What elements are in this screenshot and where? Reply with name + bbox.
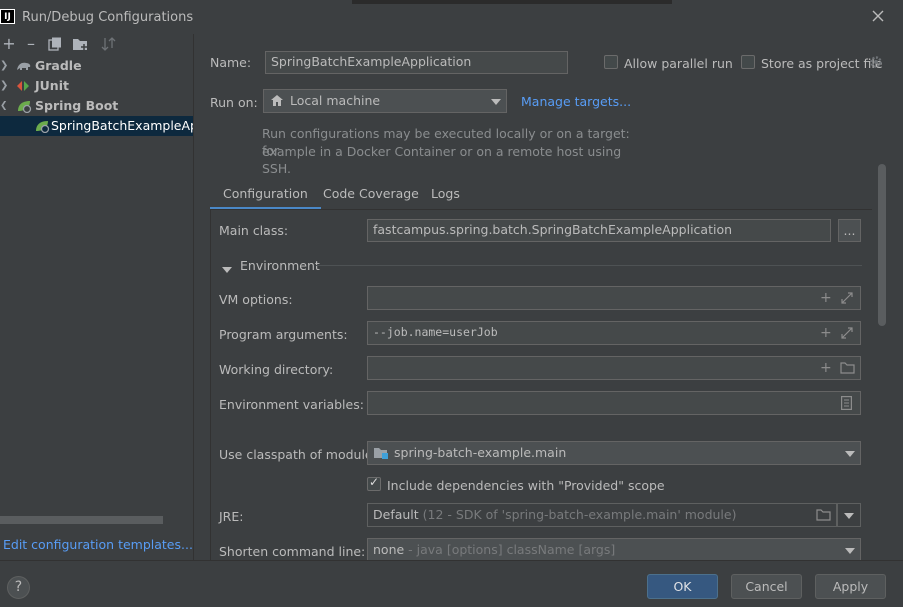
tab-logs[interactable]: Logs xyxy=(431,186,460,210)
vertical-scrollbar[interactable] xyxy=(878,164,886,326)
store-as-project-file-label: Store as project file xyxy=(761,56,883,71)
plus-icon[interactable]: + xyxy=(820,326,832,340)
tree-item-label: SpringBatchExampleApplic xyxy=(51,118,193,133)
jre-hint: (12 - SDK of 'spring-batch-example.main'… xyxy=(422,507,737,522)
program-arguments-input[interactable]: --job.name=userJob xyxy=(367,321,861,345)
add-icon[interactable]: + xyxy=(0,36,18,54)
working-directory-input[interactable] xyxy=(367,356,861,380)
program-arguments-label: Program arguments: xyxy=(219,327,348,342)
plus-icon[interactable]: + xyxy=(820,291,832,305)
chevron-down-icon[interactable] xyxy=(845,451,855,457)
shorten-command-line-dropdown[interactable]: none - java [options] className [args] xyxy=(367,538,861,562)
tree-item-spring-batch-example-application[interactable]: SpringBatchExampleApplic xyxy=(0,116,193,136)
module-folder-icon xyxy=(373,446,389,460)
jre-label: JRE: xyxy=(219,509,244,524)
gear-icon[interactable] xyxy=(869,55,883,69)
apply-button[interactable]: Apply xyxy=(815,574,886,599)
main-class-label: Main class: xyxy=(219,223,289,238)
classpath-module-value: spring-batch-example.main xyxy=(394,445,567,460)
vm-options-label: VM options: xyxy=(219,292,293,307)
panel-divider[interactable] xyxy=(193,34,194,560)
browse-main-class-button[interactable]: ... xyxy=(838,219,861,242)
edit-configuration-templates-link[interactable]: Edit configuration templates... xyxy=(3,537,193,552)
manage-targets-link[interactable]: Manage targets... xyxy=(521,94,631,109)
tree-item-junit[interactable]: ❯ JUnit xyxy=(0,76,193,96)
chevron-right-icon[interactable]: ❯ xyxy=(0,76,8,96)
sort-icon[interactable] xyxy=(100,36,118,54)
use-classpath-label: Use classpath of module: xyxy=(219,447,377,462)
home-icon xyxy=(270,94,284,107)
tree-item-label: JUnit xyxy=(35,78,69,93)
spring-boot-icon xyxy=(16,99,32,114)
chevron-down-icon[interactable] xyxy=(844,513,854,519)
copy-icon[interactable] xyxy=(46,36,64,54)
chevron-down-icon[interactable]: ❮ xyxy=(0,96,8,116)
background-editor-strip xyxy=(352,0,672,4)
run-on-label: Run on: xyxy=(210,95,258,110)
tab-code-coverage[interactable]: Code Coverage xyxy=(323,186,419,210)
shorten-command-line-hint: - java [options] className [args] xyxy=(408,542,616,557)
junit-icon xyxy=(16,79,32,93)
run-on-hint-line-2: example in a Docker Container or on a re… xyxy=(262,144,622,176)
allow-parallel-run-checkbox[interactable] xyxy=(604,55,618,69)
run-on-dropdown[interactable]: Local machine xyxy=(263,89,507,113)
working-directory-label: Working directory: xyxy=(219,362,334,377)
shorten-command-line-label: Shorten command line: xyxy=(219,544,366,559)
environment-variables-input[interactable] xyxy=(367,391,861,415)
chevron-down-icon[interactable] xyxy=(491,99,501,105)
tab-configuration[interactable]: Configuration xyxy=(210,186,321,210)
close-icon[interactable] xyxy=(870,8,886,24)
expand-icon[interactable] xyxy=(841,292,853,304)
remove-icon[interactable]: – xyxy=(22,36,40,54)
classpath-module-dropdown[interactable]: spring-batch-example.main xyxy=(367,441,861,465)
shorten-command-line-value: none xyxy=(373,542,405,557)
collapse-triangle-icon[interactable] xyxy=(222,262,232,273)
cancel-button[interactable]: Cancel xyxy=(731,574,802,599)
gradle-icon xyxy=(16,59,32,73)
ok-button[interactable]: OK xyxy=(647,574,718,599)
name-input[interactable]: SpringBatchExampleApplication xyxy=(265,51,568,74)
window-title: Run/Debug Configurations xyxy=(22,10,194,25)
chevron-right-icon[interactable]: ❯ xyxy=(0,56,8,76)
document-icon[interactable] xyxy=(841,396,853,411)
name-label: Name: xyxy=(210,55,252,70)
main-class-input[interactable]: fastcampus.spring.batch.SpringBatchExamp… xyxy=(367,219,831,242)
vm-options-input[interactable] xyxy=(367,286,861,310)
store-as-project-file-checkbox[interactable] xyxy=(741,55,755,69)
tree-item-label: Spring Boot xyxy=(35,98,119,113)
spring-boot-icon xyxy=(34,119,50,134)
new-folder-icon[interactable] xyxy=(72,36,90,54)
run-on-value: Local machine xyxy=(290,93,381,108)
folder-icon[interactable] xyxy=(840,362,855,374)
chevron-down-icon[interactable] xyxy=(845,548,855,554)
intellij-logo-icon: IJ xyxy=(0,9,15,24)
jre-input[interactable]: Default (12 - SDK of 'spring-batch-examp… xyxy=(367,503,837,527)
include-provided-dependencies-checkbox[interactable] xyxy=(367,475,381,491)
folder-icon[interactable] xyxy=(816,509,831,521)
expand-icon[interactable] xyxy=(841,327,853,339)
include-provided-dependencies-label: Include dependencies with "Provided" sco… xyxy=(387,478,665,493)
help-button[interactable]: ? xyxy=(7,576,30,599)
tree-item-gradle[interactable]: ❯ Gradle xyxy=(0,56,193,76)
jre-value: Default xyxy=(373,507,419,522)
horizontal-scrollbar[interactable] xyxy=(0,516,163,524)
environment-variables-label: Environment variables: xyxy=(219,397,364,412)
allow-parallel-run-label: Allow parallel run xyxy=(624,56,733,71)
environment-section-title[interactable]: Environment xyxy=(240,258,320,273)
tree-item-spring-boot[interactable]: ❮ Spring Boot xyxy=(0,96,193,116)
tree-item-label: Gradle xyxy=(35,58,82,73)
plus-icon[interactable]: + xyxy=(820,361,832,375)
section-divider xyxy=(316,265,862,266)
